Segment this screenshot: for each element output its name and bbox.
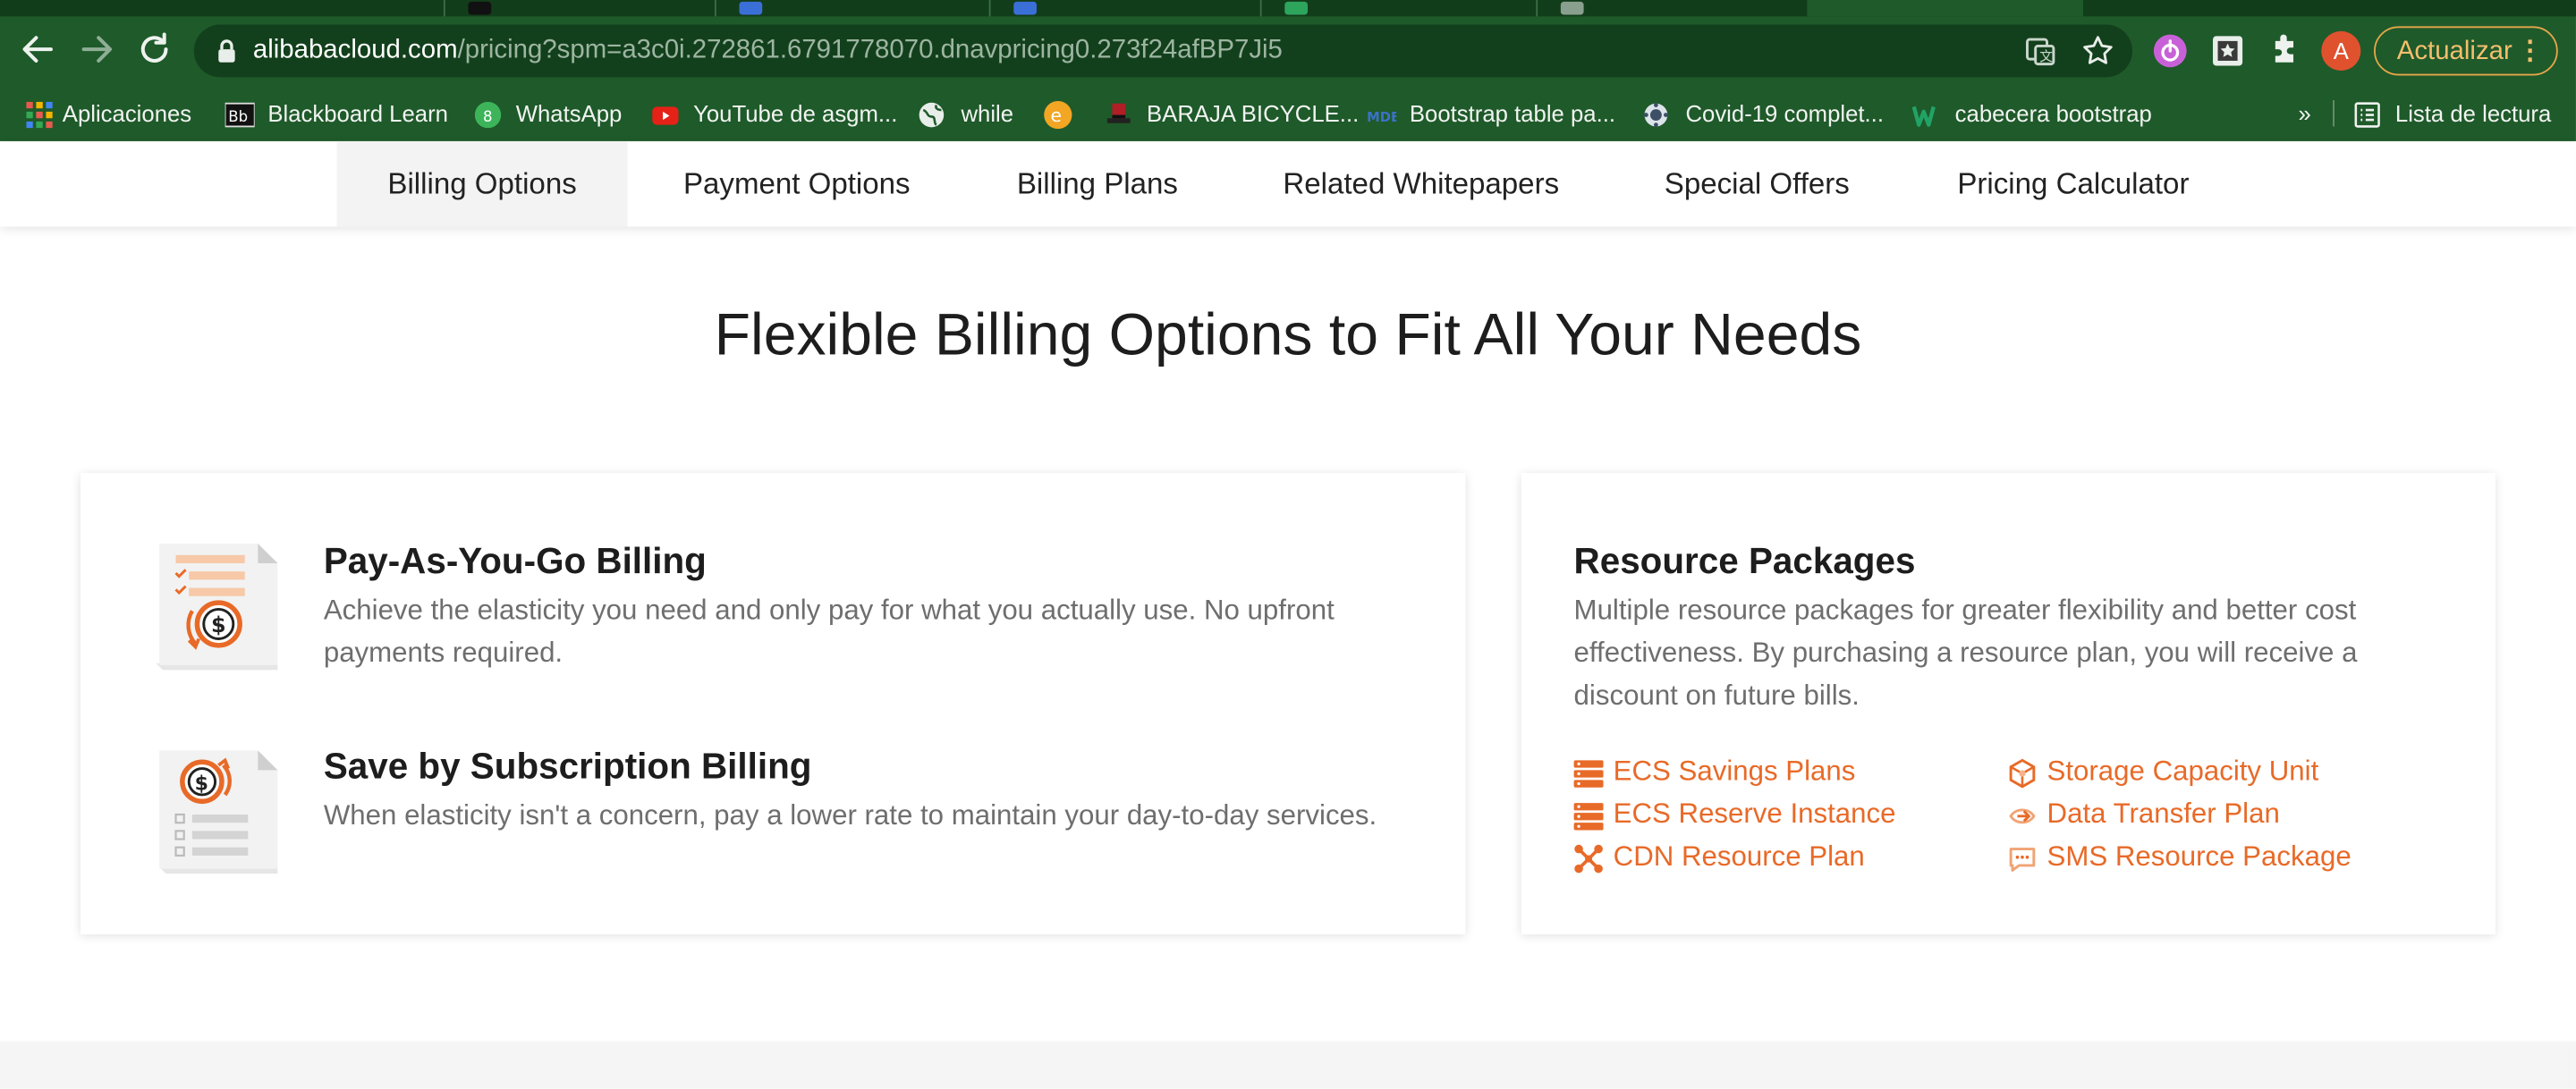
server-stack-icon <box>1573 759 1604 789</box>
browser-tab[interactable] <box>1259 0 1538 17</box>
reading-list-icon <box>2354 100 2380 128</box>
svg-text:$: $ <box>195 772 208 795</box>
pricing-subnav: Billing Options Payment Options Billing … <box>0 140 2576 227</box>
resource-description-line: effectiveness. By purchasing a resource … <box>1573 637 2358 669</box>
update-button[interactable]: Actualizar ⋮ <box>2374 26 2558 77</box>
url-text: alibabacloud.com/pricing?spm=a3c0i.27286… <box>253 36 1283 65</box>
payg-description-line: payments required. <box>323 637 564 669</box>
subscription-title: Save by Subscription Billing <box>323 745 812 787</box>
tab-special-offers[interactable]: Special Offers <box>1640 141 1875 227</box>
translate-icon[interactable]: 文 <box>2022 33 2058 69</box>
payg-title: Pay-As-You-Go Billing <box>323 540 707 582</box>
package-label: Storage Capacity Unit <box>2046 755 2319 787</box>
bookmark-label: while <box>961 100 1014 127</box>
browser-tab[interactable] <box>714 0 991 17</box>
bookmark-label: Blackboard Learn <box>267 100 448 127</box>
bookmark-label: Aplicaciones <box>62 100 192 127</box>
forward-arrow-icon[interactable] <box>77 30 116 69</box>
tab-pricing-calculator[interactable]: Pricing Calculator <box>1932 141 2215 227</box>
resource-packages-title: Resource Packages <box>1573 540 1916 582</box>
browser-window: alibabacloud.com/pricing?spm=a3c0i.27286… <box>0 0 2576 1089</box>
browser-toolbar: alibabacloud.com/pricing?spm=a3c0i.27286… <box>0 16 2576 85</box>
server-stack-icon <box>1573 801 1604 831</box>
bookmark-label: Bootstrap table pa... <box>1409 100 1616 127</box>
payg-description: Achieve the elasticity you need and only… <box>324 589 1335 675</box>
next-section-band <box>0 1041 2576 1089</box>
tab-strip <box>0 0 2576 17</box>
bookmark-label: WhatsApp <box>515 100 623 127</box>
tab-related-whitepapers[interactable]: Related Whitepapers <box>1262 141 1580 227</box>
package-label: ECS Reserve Instance <box>1613 798 1896 830</box>
browser-tab[interactable] <box>443 0 716 17</box>
globe-icon <box>919 100 945 128</box>
bookmarks-bar: Aplicaciones Bb Blackboard Learn 8 Whats… <box>0 86 2576 141</box>
subscription-invoice-icon: $ <box>153 746 284 881</box>
resource-packages-description: Multiple resource packages for greater f… <box>1574 589 2462 717</box>
data-transfer-icon <box>2007 801 2037 831</box>
reload-icon[interactable] <box>135 30 174 69</box>
package-label: SMS Resource Package <box>2046 840 2351 873</box>
browser-chrome: alibabacloud.com/pricing?spm=a3c0i.27286… <box>0 0 2576 141</box>
w-logo-icon <box>1911 100 1938 127</box>
extensions-puzzle-icon[interactable] <box>2266 31 2305 71</box>
bookmark-label: cabecera bootstrap <box>1954 100 2152 127</box>
bookmarks-divider <box>2333 100 2334 127</box>
browser-tab-active[interactable] <box>1807 0 2083 17</box>
browser-tab[interactable] <box>988 0 1262 17</box>
svg-text:$: $ <box>211 612 226 637</box>
lock-icon <box>216 38 236 72</box>
bookmark-label: YouTube de asgm... <box>693 100 898 127</box>
coin-icon: e <box>1043 100 1072 130</box>
url-host: alibabacloud.com <box>252 36 458 64</box>
apps-grid-icon <box>26 100 53 129</box>
tab-billing-plans[interactable]: Billing Plans <box>989 141 1206 227</box>
package-label: ECS Savings Plans <box>1613 755 1856 787</box>
extension-film-icon[interactable] <box>2208 31 2248 71</box>
overflow-chevron-icon: » <box>2298 100 2311 127</box>
resource-description-line: Multiple resource packages for greater f… <box>1573 594 2357 626</box>
svg-text:e: e <box>1051 105 1062 126</box>
back-arrow-icon[interactable] <box>18 30 57 69</box>
url-path: /pricing?spm=a3c0i.272861.6791778070.dna… <box>457 36 1283 64</box>
update-label: Actualizar <box>2396 38 2512 66</box>
covid-icon <box>1643 100 1669 127</box>
payg-description-line: Achieve the elasticity you need and only… <box>323 594 1335 626</box>
subscription-description: When elasticity isn't a concern, pay a l… <box>324 795 1377 838</box>
tab-payment-options[interactable]: Payment Options <box>654 141 940 227</box>
svg-text:文: 文 <box>2039 49 2053 64</box>
whatsapp-icon: 8 <box>474 100 502 129</box>
resource-description-line: discount on future bills. <box>1573 680 1860 712</box>
youtube-icon <box>652 100 679 126</box>
billing-options-card: $ Pay-As-You-Go Billing Achieve the elas… <box>80 472 1466 935</box>
bookmark-star-icon[interactable] <box>2080 33 2115 69</box>
bookmark-label: Covid-19 complet... <box>1685 100 1884 127</box>
package-label: Data Transfer Plan <box>2046 798 2280 830</box>
tab-billing-options[interactable]: Billing Options <box>336 140 628 227</box>
cdn-network-icon <box>1574 844 1604 874</box>
blackboard-icon: Bb <box>224 100 256 128</box>
sms-chat-icon <box>2007 844 2037 874</box>
subscription-description-line: When elasticity isn't a concern, pay a l… <box>323 799 1377 832</box>
hat-icon <box>1106 100 1131 126</box>
bookmarks-overflow[interactable]: » <box>2299 94 2311 133</box>
reading-list-label: Lista de lectura <box>2394 100 2552 127</box>
payg-invoice-icon: $ <box>153 538 284 673</box>
storage-cube-icon <box>2007 758 2037 789</box>
svg-text:Bb: Bb <box>228 108 248 125</box>
package-label: CDN Resource Plan <box>1613 840 1865 873</box>
address-bar[interactable]: alibabacloud.com/pricing?spm=a3c0i.27286… <box>193 24 2133 78</box>
resource-packages-card: Resource Packages Multiple resource pack… <box>1521 472 2496 935</box>
more-menu-icon[interactable]: ⋮ <box>2517 28 2543 77</box>
profile-avatar[interactable]: A <box>2321 30 2361 71</box>
svg-text:8: 8 <box>483 108 493 125</box>
svg-text:MDB: MDB <box>1367 110 1396 125</box>
page-title: Flexible Billing Options to Fit All Your… <box>714 300 1862 368</box>
bookmark-label: BARAJA BICYCLE... <box>1147 100 1360 127</box>
mdb-icon: MDB <box>1367 100 1401 126</box>
extension-power-icon[interactable] <box>2150 31 2190 71</box>
browser-tab[interactable] <box>1536 0 1809 17</box>
